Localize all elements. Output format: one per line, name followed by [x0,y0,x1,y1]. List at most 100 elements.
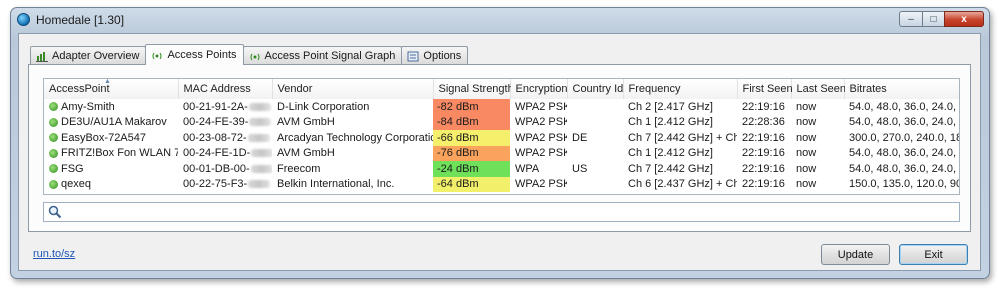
access-point-list[interactable]: ▲ AccessPoint MAC Address Vendor Signal S… [43,78,960,195]
table-row[interactable]: Amy-Smith 00-21-91-2A- D-Link Corporation -… [44,99,959,115]
homedale-app-icon [17,13,30,26]
exit-button[interactable]: Exit [899,244,968,265]
table-header: ▲ AccessPoint MAC Address Vendor Signal S… [44,78,959,99]
table-row[interactable]: FSG 00-01-DB-00- Freecom -24 dBm WPA US Ch 7 [… [44,161,959,177]
tab-strip: Adapter Overview Access Points Access Po… [30,44,469,65]
window-title: Homedale [1.30] [36,13,125,27]
cell-country-id [567,146,623,162]
column-header-encryption[interactable]: Encryption [510,79,568,99]
cell-country-id [567,99,623,115]
cell-bitrates: 300.0, 270.0, 240.0, 180.... [849,131,959,144]
column-header-vendor[interactable]: Vendor [272,79,434,99]
cell-vendor: Freecom [277,162,321,175]
cell-first-seen: 22:19:16 [742,147,785,160]
cell-accesspoint: FRITZ!Box Fon WLAN 7113 [44,146,178,162]
cell-signal-strength: -64 dBm [433,176,510,192]
cell-mac-address: 00-23-08-72- [178,130,272,146]
cell-frequency: Ch 2 [2.417 GHz] [628,100,713,113]
cell-bitrates: 150.0, 135.0, 120.0, 90.0,... [849,178,959,191]
cell-last-seen: now [796,100,817,113]
table-row[interactable]: EasyBox-72A547 00-23-08-72- Arcadyan Techn… [44,130,959,146]
cell-frequency: Ch 7 [2.442 GHz] [628,162,713,175]
cell-bitrates: 54.0, 48.0, 36.0, 24.0, 18.... [849,116,959,129]
cell-encryption: WPA2 PSK [515,116,567,129]
tab-label: Access Points [167,49,237,61]
access-points-panel: ▲ AccessPoint MAC Address Vendor Signal S… [28,64,971,232]
cell-accesspoint: EasyBox-72A547 [44,130,178,146]
redacted-mac-segment [248,180,271,189]
maximize-button[interactable]: □ [922,11,945,27]
cell-country-id [567,115,623,131]
access-point-icon [49,133,58,143]
cell-bitrates: 54.0, 48.0, 36.0, 24.0, 18.... [849,100,959,113]
column-header-country-id[interactable]: Country Id [567,79,624,99]
column-header-first-seen[interactable]: First Seen [737,79,793,99]
cell-vendor: D-Link Corporation [277,100,370,113]
cell-last-seen: now [796,116,817,129]
tab-options[interactable]: Options [401,46,469,65]
table-row[interactable]: qexeq 00-22-75-F3- Belkin International, I… [44,176,959,193]
cell-mac-address: 00-22-75-F3- [178,177,272,193]
cell-first-seen: 22:19:16 [742,100,785,113]
cell-first-seen: 22:28:36 [742,116,785,129]
redacted-mac-segment [250,164,272,173]
cell-last-seen: now [796,147,817,160]
column-header-last-seen[interactable]: Last Seen [791,79,846,99]
app-window: Homedale [1.30] – □ x Adapter Overview A… [10,7,990,279]
cell-accesspoint: DE3U/AU1A Makarov [44,115,178,131]
access-point-icon [49,148,58,158]
cell-vendor: AVM GmbH [277,147,335,160]
tab-label: Adapter Overview [52,50,140,62]
homepage-link[interactable]: run.to/sz [33,248,75,260]
tab-access-points[interactable]: Access Points [145,44,244,65]
cell-encryption: WPA2 PSK [515,147,567,160]
cell-country-id: DE [572,131,588,144]
cell-vendor: Arcadyan Technology Corporation [277,131,433,144]
search-input[interactable] [66,205,950,221]
wifi-signal-icon [249,51,261,62]
cell-last-seen: now [796,162,817,175]
cell-frequency: Ch 7 [2.442 GHz] + Ch 3 [628,131,737,144]
access-point-icon [49,164,58,174]
redacted-mac-segment [251,149,272,158]
table-row[interactable]: FRITZ!Box Fon WLAN 711300-24-FE-1D- AVM G… [44,145,959,162]
redacted-mac-segment [249,118,272,127]
search-icon [48,205,62,222]
column-header-frequency[interactable]: Frequency [623,79,738,99]
minimize-button[interactable]: – [899,11,923,27]
cell-mac-address: 00-24-FE-39- [178,115,272,131]
cell-encryption: WPA2 PSK [515,100,567,113]
adapter-chart-icon [36,51,48,62]
cell-vendor: AVM GmbH [277,116,335,129]
cell-signal-strength: -82 dBm [433,99,510,115]
tab-adapter-overview[interactable]: Adapter Overview [30,46,147,65]
table-row[interactable]: DE3U/AU1A Makarov 00-24-FE-39- AVM GmbH -84… [44,114,959,131]
cell-last-seen: now [796,178,817,191]
cell-accesspoint: FSG [44,161,178,177]
cell-last-seen: now [796,131,817,144]
cell-frequency: Ch 1 [2.412 GHz] [628,116,713,129]
update-button[interactable]: Update [821,244,890,265]
column-header-accesspoint[interactable]: ▲ AccessPoint [44,78,179,99]
cell-mac-address: 00-21-91-2A- [178,99,272,115]
access-point-icon [49,179,58,189]
column-header-mac-address[interactable]: MAC Address [178,79,273,99]
tab-label: Options [423,50,462,62]
cell-encryption: WPA2 PSK [515,131,567,144]
tab-signal-graph[interactable]: Access Point Signal Graph [242,46,403,65]
cell-encryption: WPA2 PSK [515,178,567,191]
cell-bitrates: 54.0, 48.0, 36.0, 24.0, 18.... [849,162,959,175]
cell-mac-address: 00-01-DB-00- [178,161,272,177]
sort-ascending-icon: ▲ [104,78,111,85]
cell-first-seen: 22:19:16 [742,178,785,191]
close-button[interactable]: x [944,11,984,27]
redacted-mac-segment [247,133,270,142]
column-header-bitrates[interactable]: Bitrates [844,79,959,99]
title-bar[interactable]: Homedale [1.30] – □ x [11,8,989,32]
cell-country-id [567,177,623,193]
cell-mac-address: 00-24-FE-1D- [178,146,272,162]
tab-label: Access Point Signal Graph [264,50,396,62]
column-header-signal-strength[interactable]: Signal Strength [433,79,514,99]
client-area: Adapter Overview Access Points Access Po… [18,33,981,271]
access-point-icon [49,102,58,112]
